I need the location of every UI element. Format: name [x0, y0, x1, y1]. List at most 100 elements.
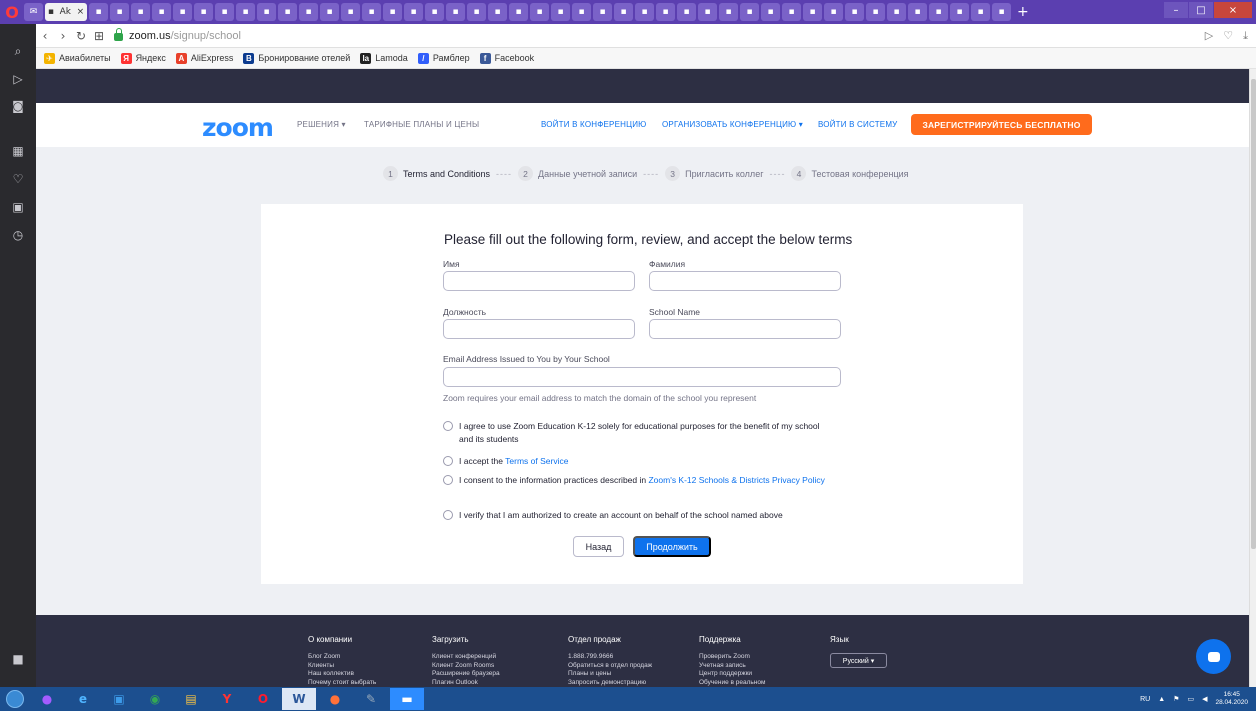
browser-tab[interactable]: ▪: [908, 3, 927, 21]
browser-tab[interactable]: ▪: [740, 3, 759, 21]
footer-link[interactable]: Плагин Outlook: [432, 679, 500, 688]
bookmark-item[interactable]: A AliExpress: [175, 52, 233, 64]
speed-dial-grid-icon[interactable]: ⊞: [90, 29, 108, 43]
chrome-icon[interactable]: ◉: [138, 688, 172, 710]
continue-button[interactable]: Продолжить: [633, 536, 711, 557]
first-name-input[interactable]: [443, 271, 635, 291]
browser-tab[interactable]: ▪: [173, 3, 192, 21]
nav-join-meeting[interactable]: ВОЙТИ В КОНФЕРЕНЦИЮ: [541, 120, 646, 129]
bookmarks-heart-icon[interactable]: ♡: [0, 172, 36, 186]
browser-tab[interactable]: ▪: [614, 3, 633, 21]
footer-link[interactable]: Наш коллектив: [308, 670, 376, 679]
nav-solutions[interactable]: РЕШЕНИЯ ▾: [297, 120, 346, 129]
bookmark-item[interactable]: la Lamoda: [360, 52, 408, 64]
snapshot-icon[interactable]: ◙: [0, 99, 36, 113]
verify-checkbox[interactable]: [443, 510, 453, 520]
page-scrollbar[interactable]: [1249, 69, 1256, 687]
browser-tab[interactable]: ▪: [887, 3, 906, 21]
browser-tab[interactable]: ▪: [677, 3, 696, 21]
footer-link[interactable]: Почему стоит выбрать: [308, 679, 376, 688]
browser-tab[interactable]: ▪: [488, 3, 507, 21]
browser-tab[interactable]: ▪: [236, 3, 255, 21]
new-tab-icon[interactable]: +: [1017, 4, 1029, 20]
footer-link[interactable]: Обратиться в отдел продаж: [568, 662, 652, 671]
bookmark-item[interactable]: / Рамблер: [417, 52, 470, 64]
browser-tab[interactable]: ▪: [845, 3, 864, 21]
send-page-icon[interactable]: ▷: [1205, 29, 1213, 43]
footer-link[interactable]: 1.888.799.9666: [568, 653, 652, 662]
clock[interactable]: 16:45 28.04.2020: [1215, 691, 1248, 707]
browser-tab-active[interactable]: ▪ Ak ×: [45, 3, 87, 21]
browser-tab[interactable]: ▪: [404, 3, 423, 21]
bookmark-item[interactable]: ✈ Авиабилеты: [44, 52, 111, 64]
browser-tab[interactable]: ▪: [383, 3, 402, 21]
back-arrow-icon[interactable]: ‹: [36, 29, 54, 43]
zoom-taskbar-icon[interactable]: ▬: [390, 688, 424, 710]
browser-tab[interactable]: ▪: [509, 3, 528, 21]
support-chat-button[interactable]: [1196, 639, 1231, 674]
footer-link[interactable]: Клиенты: [308, 662, 376, 671]
browser-tab[interactable]: ▪: [593, 3, 612, 21]
minimize-icon[interactable]: –: [1164, 2, 1188, 18]
flag-icon[interactable]: ⚑: [1173, 695, 1179, 703]
tray-expand-icon[interactable]: ▲: [1158, 696, 1165, 703]
browser-tab[interactable]: ▪: [992, 3, 1011, 21]
scrollbar-thumb[interactable]: [1251, 79, 1256, 549]
zoom-logo[interactable]: zoom: [202, 113, 274, 142]
yandex-icon[interactable]: Y: [210, 688, 244, 710]
browser-tab[interactable]: ▪: [782, 3, 801, 21]
browser-tab[interactable]: ✉: [24, 3, 43, 21]
network-icon[interactable]: ▭: [1187, 695, 1194, 703]
agree-k12-checkbox[interactable]: [443, 421, 453, 431]
signup-free-button[interactable]: ЗАРЕГИСТРИРУЙТЕСЬ БЕСПЛАТНО: [911, 114, 1092, 135]
sidebar-settings-icon[interactable]: ■: [0, 652, 36, 666]
browser-tab[interactable]: ▪: [194, 3, 213, 21]
input-language[interactable]: RU: [1140, 696, 1150, 703]
footer-link[interactable]: Клиент конференций: [432, 653, 500, 662]
terms-of-service-link[interactable]: Terms of Service: [505, 456, 568, 466]
back-button[interactable]: Назад: [573, 536, 624, 557]
ie-icon[interactable]: e: [66, 688, 100, 710]
browser-tab[interactable]: ▪: [803, 3, 822, 21]
position-input[interactable]: [443, 319, 635, 339]
news-icon[interactable]: ▣: [0, 200, 36, 214]
browser-tab[interactable]: ▪: [656, 3, 675, 21]
download-icon[interactable]: ⤓: [1243, 29, 1248, 43]
browser-tab[interactable]: ▪: [257, 3, 276, 21]
last-name-input[interactable]: [649, 271, 841, 291]
browser-tab[interactable]: ▪: [635, 3, 654, 21]
browser-tab[interactable]: ▪: [446, 3, 465, 21]
browser-tab[interactable]: ▪: [320, 3, 339, 21]
bookmark-heart-icon[interactable]: ♡: [1223, 29, 1233, 43]
accept-terms-checkbox[interactable]: [443, 456, 453, 466]
footer-link[interactable]: Учетная запись: [699, 662, 766, 671]
taskbar-app-icon[interactable]: ▣: [102, 688, 136, 710]
footer-link[interactable]: Запросить демонстрацию: [568, 679, 652, 688]
browser-tab[interactable]: ▪: [530, 3, 549, 21]
opera-menu-icon[interactable]: O: [0, 0, 24, 24]
start-button[interactable]: [0, 687, 30, 711]
footer-link[interactable]: Проверить Zoom: [699, 653, 766, 662]
consent-checkbox[interactable]: [443, 475, 453, 485]
footer-link[interactable]: Расширение браузера: [432, 670, 500, 679]
speed-dial-icon[interactable]: ▦: [0, 144, 36, 158]
browser-tab[interactable]: ▪: [89, 3, 108, 21]
nav-host-meeting[interactable]: ОРГАНИЗОВАТЬ КОНФЕРЕНЦИЮ ▾: [662, 120, 803, 129]
browser-tab[interactable]: ▪: [299, 3, 318, 21]
firefox-icon[interactable]: ●: [318, 688, 352, 710]
browser-tab[interactable]: ▪: [425, 3, 444, 21]
paint-icon[interactable]: ✎: [354, 688, 388, 710]
explorer-icon[interactable]: ▤: [174, 688, 208, 710]
browser-tab[interactable]: ▪: [572, 3, 591, 21]
browser-tab[interactable]: ▪: [131, 3, 150, 21]
nav-sign-in[interactable]: ВОЙТИ В СИСТЕМУ: [818, 120, 897, 129]
browser-tab[interactable]: ▪: [278, 3, 297, 21]
word-icon[interactable]: W: [282, 688, 316, 710]
browser-tab[interactable]: ▪: [467, 3, 486, 21]
browser-tab[interactable]: ▪: [971, 3, 990, 21]
school-name-input[interactable]: [649, 319, 841, 339]
search-icon[interactable]: ⌕: [0, 44, 36, 59]
browser-tab[interactable]: ▪: [761, 3, 780, 21]
browser-tab[interactable]: ▪: [215, 3, 234, 21]
footer-link[interactable]: Клиент Zoom Rooms: [432, 662, 500, 671]
